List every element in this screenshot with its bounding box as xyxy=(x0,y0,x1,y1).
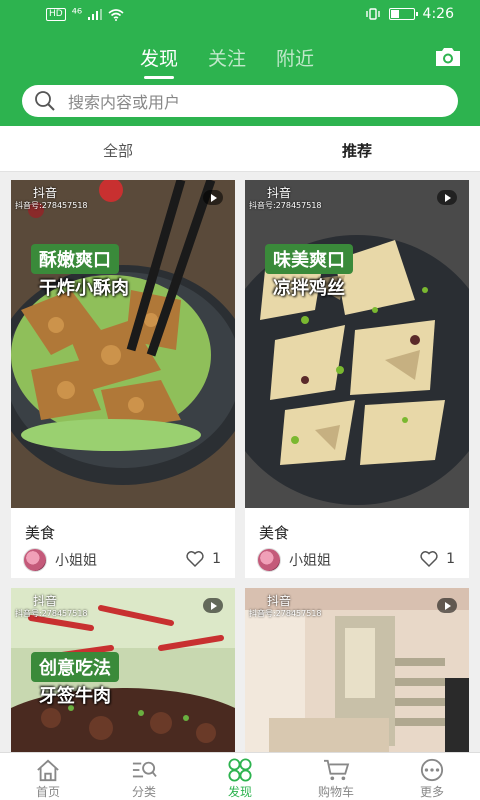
caption-line1: 酥嫩爽口 xyxy=(31,244,119,274)
nav-more[interactable]: 更多 xyxy=(384,753,480,800)
caption-line2: 牙签牛肉 xyxy=(39,686,111,707)
author-name: 小姐姐 xyxy=(289,553,331,569)
search-icon xyxy=(35,91,55,111)
watermark: 抖音 xyxy=(267,186,292,200)
discover-icon xyxy=(228,758,252,782)
feed-card[interactable]: 抖音 抖音号:278457518 酥嫩爽口 干炸小酥肉 美食 小姐姐 1 xyxy=(11,180,235,578)
nav-home[interactable]: 首页 xyxy=(0,753,96,800)
status-bar: HD ⁴⁶ 4:26 xyxy=(0,0,480,30)
nav-label: 分类 xyxy=(131,785,156,799)
food-image xyxy=(245,180,469,508)
heart-icon xyxy=(186,551,204,568)
nav-category[interactable]: 分类 xyxy=(96,753,192,800)
video-play-icon xyxy=(203,190,223,205)
signal-text: ⁴⁶ xyxy=(71,7,83,22)
like-button[interactable]: 1 xyxy=(420,550,455,568)
video-play-icon xyxy=(437,598,457,613)
home-icon xyxy=(37,759,59,782)
watermark-id: 抖音号:278457518 xyxy=(249,609,322,618)
more-icon xyxy=(420,758,444,782)
feed-card[interactable]: 抖音 抖音号:278457518 味美爽口 凉拌鸡丝 美食 小姐姐 1 xyxy=(245,180,469,578)
battery-icon xyxy=(388,8,418,20)
heart-icon xyxy=(420,551,438,568)
tab-nearby[interactable]: 附近 xyxy=(276,44,314,71)
nav-label: 发现 xyxy=(227,785,252,799)
watermark: 抖音 xyxy=(33,186,58,200)
video-play-icon xyxy=(437,190,457,205)
camera-icon[interactable] xyxy=(434,46,462,68)
sub-tab-bar: 全部 推荐 xyxy=(0,126,480,172)
vibrate-icon xyxy=(365,8,380,20)
food-image xyxy=(11,180,235,508)
category-icon xyxy=(132,761,157,778)
nav-discover[interactable]: 发现 xyxy=(192,753,288,800)
wifi-icon xyxy=(108,8,124,21)
watermark-id: 抖音号:278457518 xyxy=(15,201,88,210)
cart-icon xyxy=(324,759,350,781)
feed-card[interactable]: 抖音 抖音号:278457518 创意吃法 牙签牛肉 xyxy=(11,588,235,752)
caption-line2: 凉拌鸡丝 xyxy=(273,278,345,299)
avatar xyxy=(257,548,281,572)
subtab-all[interactable]: 全部 xyxy=(103,140,133,161)
search-placeholder: 搜索内容或用户 xyxy=(68,93,181,112)
like-count: 1 xyxy=(212,551,221,567)
card-thumbnail: 抖音 抖音号:278457518 xyxy=(245,588,469,752)
signal-icon xyxy=(88,9,103,20)
watermark-id: 抖音号:278457518 xyxy=(249,201,322,210)
like-count: 1 xyxy=(446,551,455,567)
watermark: 抖音 xyxy=(267,594,292,608)
app-header: HD ⁴⁶ 4:26 发现 关注 附近 搜索内容或用户 xyxy=(0,0,480,126)
caption-line1: 味美爽口 xyxy=(265,244,353,274)
card-author: 小姐姐 xyxy=(23,548,97,572)
author-name: 小姐姐 xyxy=(55,553,97,569)
tab-following[interactable]: 关注 xyxy=(208,44,246,71)
caption-line1: 创意吃法 xyxy=(31,652,119,682)
nav-label: 更多 xyxy=(419,785,444,799)
caption-line2: 干炸小酥肉 xyxy=(39,278,129,299)
tab-discover[interactable]: 发现 xyxy=(140,44,178,79)
avatar xyxy=(23,548,47,572)
top-tab-bar: 发现 关注 附近 xyxy=(140,44,314,79)
nav-cart[interactable]: 购物车 xyxy=(288,753,384,800)
watermark: 抖音 xyxy=(33,594,58,608)
card-title: 美食 xyxy=(259,524,290,542)
card-thumbnail: 抖音 抖音号:278457518 酥嫩爽口 干炸小酥肉 xyxy=(11,180,235,508)
subtab-recommended[interactable]: 推荐 xyxy=(342,140,372,161)
nav-label: 首页 xyxy=(35,785,60,799)
like-button[interactable]: 1 xyxy=(186,550,221,568)
card-thumbnail: 抖音 抖音号:278457518 创意吃法 牙签牛肉 xyxy=(11,588,235,752)
search-input[interactable]: 搜索内容或用户 xyxy=(22,85,458,117)
bottom-nav: 首页 分类 发现 购物车 更多 xyxy=(0,752,480,800)
nav-label: 购物车 xyxy=(317,785,354,799)
clock: 4:26 xyxy=(422,6,454,22)
video-play-icon xyxy=(203,598,223,613)
watermark-id: 抖音号:278457518 xyxy=(15,609,88,618)
hd-badge: HD xyxy=(46,8,66,21)
card-title: 美食 xyxy=(25,524,56,542)
feed-card[interactable]: 抖音 抖音号:278457518 xyxy=(245,588,469,752)
card-thumbnail: 抖音 抖音号:278457518 味美爽口 凉拌鸡丝 xyxy=(245,180,469,508)
card-author: 小姐姐 xyxy=(257,548,331,572)
